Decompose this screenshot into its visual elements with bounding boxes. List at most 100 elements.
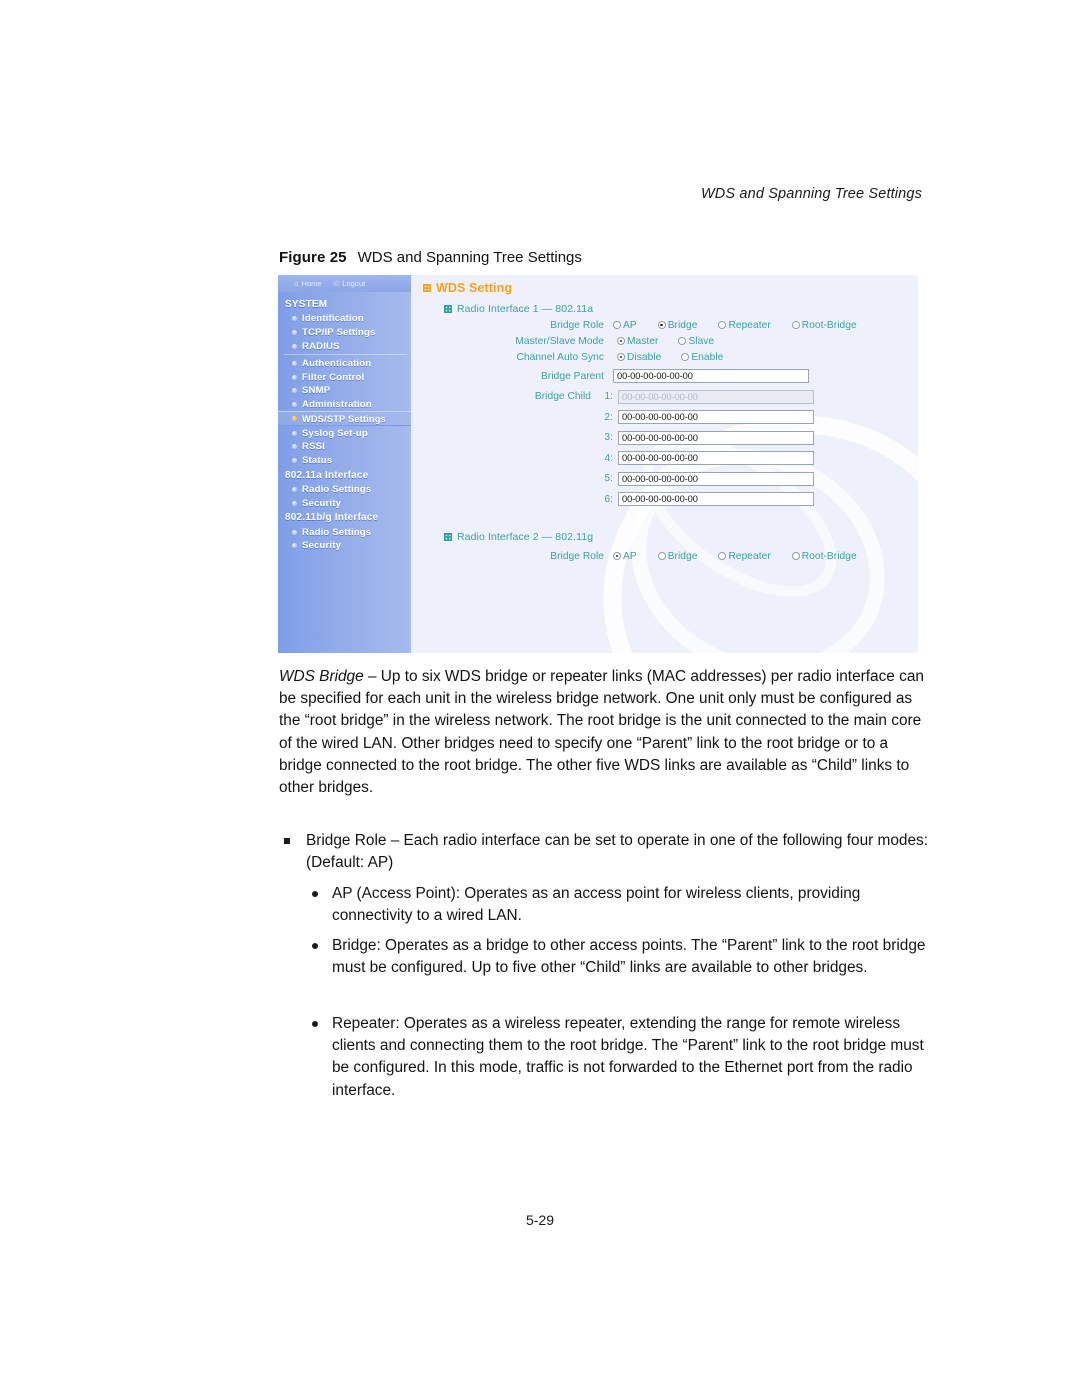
sidebar-item-label: Identification: [302, 313, 364, 325]
mode-description: AP (Access Point): Operates as an access…: [332, 885, 861, 925]
option-label: Repeater: [728, 319, 771, 331]
running-header: WDS and Spanning Tree Settings: [700, 186, 922, 202]
radio2-bridge-role-ap[interactable]: AP: [613, 551, 637, 562]
mode-bullet-repeater: Repeater: Operates as a wireless repeate…: [306, 1013, 930, 1102]
bridge-child-3-input[interactable]: [618, 430, 814, 445]
bridge-child-2-input[interactable]: [618, 410, 814, 424]
radio-button-icon-selected[interactable]: [613, 552, 621, 560]
bridge-child-5-input[interactable]: [618, 471, 814, 486]
grid-icon: [444, 532, 452, 541]
sidebar-item-80211bg-radio-settings[interactable]: Radio Settings: [278, 525, 411, 539]
bullet-icon: [292, 500, 297, 506]
sidebar-item-80211a-security[interactable]: Security: [278, 496, 411, 510]
option-label: AP: [623, 550, 637, 562]
sidebar-item-snmp[interactable]: SNMP: [278, 384, 411, 398]
radio-button-icon-selected[interactable]: [617, 337, 625, 345]
bridge-role-label: Bridge Role: [550, 550, 604, 562]
sidebar-item-filter-control[interactable]: Filter Control: [278, 370, 411, 384]
radio-interface-2-heading: Radio Interface 2 — 802.11g: [411, 509, 918, 545]
option-label: Bridge: [667, 319, 698, 331]
radio2-bridge-role-repeater[interactable]: Repeater: [718, 551, 771, 562]
sidebar-topbar: ⌂ Home ☉ Logout: [278, 275, 411, 292]
bridge-role-radio-group: AP Bridge Repeater Root-Bridge: [613, 320, 857, 331]
figure-label: Figure 25: [279, 249, 347, 266]
sidebar-item-tcpip-settings[interactable]: TCP/IP Settings: [278, 326, 411, 340]
radio1-bridge-child-4-row: 4:: [411, 447, 918, 468]
sidebar-item-label: Authentication: [302, 357, 372, 369]
logout-label: Logout: [342, 279, 366, 288]
sidebar-group-80211a-interface: 802.11a Interface: [285, 469, 369, 481]
radio-interface-2-label: Radio Interface 2 — 802.11g: [457, 530, 594, 543]
bullet-icon: [292, 543, 297, 549]
option-label: Root-Bridge: [801, 319, 857, 331]
bridge-child-index: 4:: [604, 452, 613, 464]
radio-button-icon-selected[interactable]: [657, 321, 666, 329]
radio1-channel-sync-enable[interactable]: Enable: [681, 352, 723, 363]
radio-button-icon[interactable]: [657, 552, 666, 560]
figure-title: WDS and Spanning Tree Settings: [357, 249, 582, 266]
mode-description: Bridge: Operates as a bridge to other ac…: [332, 937, 926, 977]
option-label: Disable: [627, 351, 662, 363]
radio2-bridge-role-root-bridge[interactable]: Root-Bridge: [791, 551, 857, 562]
sidebar-item-rssi[interactable]: RSSI: [278, 440, 411, 454]
bridge-role-description: – Each radio interface can be set to ope…: [306, 832, 928, 872]
radio-button-icon-selected[interactable]: [617, 353, 625, 361]
bridge-child-1-input[interactable]: [618, 389, 814, 404]
radio-button-icon[interactable]: [613, 321, 621, 329]
home-button[interactable]: ⌂ Home: [294, 279, 322, 288]
logout-person-icon: ☉: [332, 278, 340, 288]
sidebar-item-label: Administration: [302, 399, 372, 411]
radio2-bridge-role-bridge[interactable]: Bridge: [657, 551, 698, 562]
radio1-bridge-child-3-row: 3:: [411, 427, 918, 448]
sidebar-divider: [284, 354, 407, 356]
bullet-icon: [292, 402, 297, 408]
figure-caption: Figure 25 WDS and Spanning Tree Settings: [279, 249, 582, 266]
radio1-channel-auto-sync-row: Channel Auto Sync Disable Enable: [411, 349, 918, 365]
logout-button[interactable]: ☉ Logout: [333, 279, 366, 288]
embedded-app-screenshot: ⌂ Home ☉ Logout SYSTEM Identification TC…: [278, 275, 918, 653]
home-label: Home: [301, 279, 322, 288]
option-label: Enable: [691, 351, 724, 363]
sidebar-item-radius[interactable]: RADIUS: [278, 340, 411, 354]
sidebar-item-80211bg-security[interactable]: Security: [278, 539, 411, 553]
sidebar-group-80211bg-interface: 802.11b/g Interface: [285, 512, 379, 524]
sidebar-item-wds-stp-settings[interactable]: WDS/STP Settings: [278, 411, 411, 427]
bridge-parent-input[interactable]: [613, 369, 809, 383]
radio1-bridge-role-row: Bridge Role AP Bridge Repeater Root-Brid…: [411, 317, 918, 333]
wds-bridge-paragraph: WDS Bridge – Up to six WDS bridge or rep…: [279, 666, 930, 799]
bridge-child-4-input[interactable]: [618, 451, 814, 465]
sidebar-item-status[interactable]: Status: [278, 454, 411, 468]
sidebar-body: SYSTEM Identification TCP/IP Settings RA…: [278, 292, 411, 553]
radio-button-icon[interactable]: [718, 321, 727, 329]
sidebar-item-syslog-setup[interactable]: Syslog Set-up: [278, 426, 411, 440]
radio1-bridge-role-root-bridge[interactable]: Root-Bridge: [791, 319, 857, 331]
option-label: Master: [627, 335, 659, 347]
bridge-parent-label: Bridge Parent: [541, 370, 604, 382]
radio1-slave-option[interactable]: Slave: [678, 336, 714, 347]
bridge-child-index: 2:: [604, 411, 613, 423]
radio-button-icon[interactable]: [681, 353, 690, 361]
round-bullet-icon: [312, 891, 318, 897]
sidebar-item-label: WDS/STP Settings: [302, 413, 386, 424]
radio1-master-slave-row: Master/Slave Mode Master Slave: [411, 333, 918, 349]
sidebar-item-80211a-radio-settings[interactable]: Radio Settings: [278, 483, 411, 497]
sidebar-group-system: SYSTEM: [285, 299, 328, 310]
radio-button-icon[interactable]: [718, 552, 727, 560]
sidebar-item-identification[interactable]: Identification: [278, 312, 411, 326]
radio1-channel-sync-disable[interactable]: Disable: [617, 352, 661, 363]
radio1-bridge-role-ap[interactable]: AP: [613, 320, 637, 331]
bullet-icon: [292, 444, 297, 450]
bridge-child-6-input[interactable]: [618, 492, 814, 506]
radio1-bridge-role-bridge[interactable]: Bridge: [657, 319, 698, 331]
radio-button-icon[interactable]: [791, 321, 800, 329]
sidebar-item-authentication[interactable]: Authentication: [278, 356, 411, 370]
radio1-bridge-role-repeater[interactable]: Repeater: [718, 319, 771, 331]
radio1-bridge-parent-row: Bridge Parent: [411, 365, 918, 386]
radio1-master-option[interactable]: Master: [617, 336, 658, 347]
radio-button-icon[interactable]: [678, 337, 687, 345]
sidebar-item-label: RSSI: [302, 441, 325, 453]
grid-icon: [423, 284, 431, 292]
radio-button-icon[interactable]: [791, 552, 800, 560]
wds-bridge-term: WDS Bridge: [279, 668, 364, 685]
sidebar-item-administration[interactable]: Administration: [278, 398, 411, 412]
